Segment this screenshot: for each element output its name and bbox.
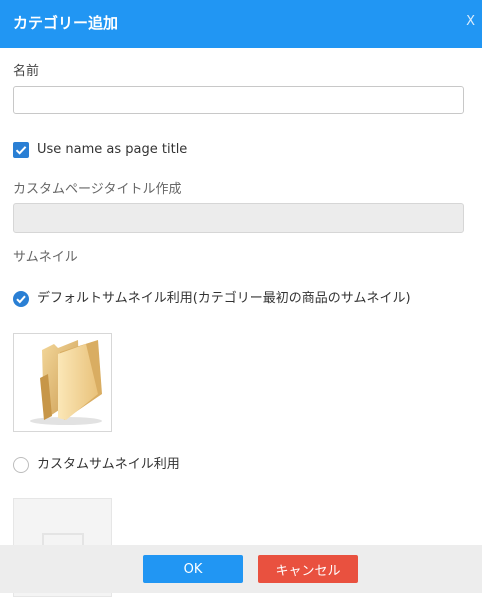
dialog-header: カテゴリー追加 X — [0, 0, 482, 48]
custom-title-input[interactable] — [13, 203, 464, 233]
dialog-title: カテゴリー追加 — [13, 14, 119, 32]
dialog-footer: OK キャンセル — [0, 545, 482, 593]
checkmark-icon — [16, 295, 26, 304]
folder-icon — [30, 340, 102, 425]
thumbnail-label: サムネイル — [13, 250, 78, 265]
custom-thumb-label: カスタムサムネイル利用 — [37, 457, 180, 472]
default-thumbnail — [13, 333, 112, 432]
checkmark-icon — [15, 146, 27, 155]
custom-thumb-radio[interactable] — [13, 457, 29, 473]
ok-button[interactable]: OK — [143, 555, 243, 583]
name-input[interactable] — [13, 86, 464, 114]
cancel-button[interactable]: キャンセル — [258, 555, 358, 583]
use-name-checkbox[interactable] — [13, 142, 29, 158]
default-thumb-radio[interactable] — [13, 291, 29, 307]
use-name-label: Use name as page title — [37, 142, 188, 157]
name-label: 名前 — [13, 64, 40, 79]
close-button[interactable]: X — [466, 14, 475, 30]
default-thumb-label: デフォルトサムネイル利用(カテゴリー最初の商品のサムネイル) — [37, 291, 411, 306]
custom-title-label: カスタムページタイトル作成 — [13, 182, 182, 197]
